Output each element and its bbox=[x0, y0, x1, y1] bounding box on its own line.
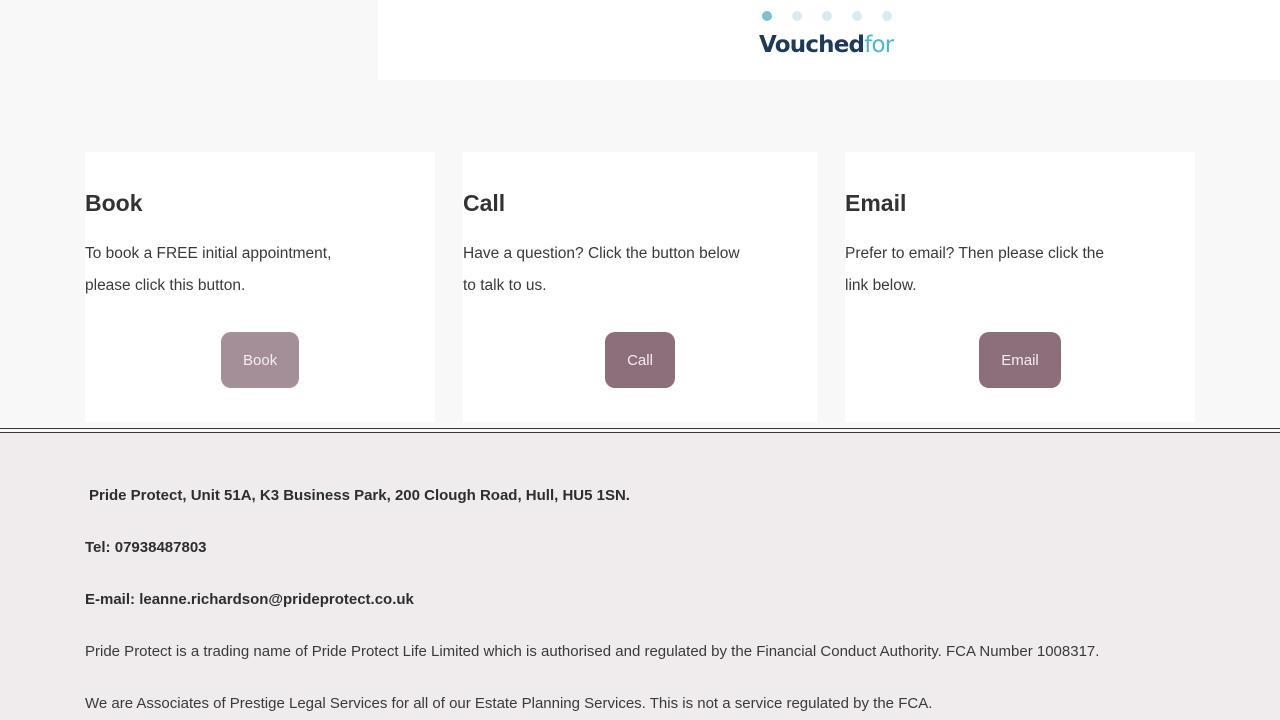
footer-email-label: E-mail: bbox=[85, 591, 140, 608]
email-card-title: Email bbox=[845, 190, 907, 216]
call-button[interactable]: Call bbox=[605, 332, 675, 388]
site-footer bbox=[0, 433, 1280, 720]
book-card-text-line2: please click this button. bbox=[85, 277, 246, 294]
footer-email-link[interactable]: leanne.richardson@prideprotect.co.uk bbox=[139, 591, 414, 608]
footer-address: Pride Protect, Unit 51A, K3 Business Par… bbox=[89, 487, 630, 504]
carousel-dot-2[interactable] bbox=[792, 11, 802, 21]
footer-telephone: Tel: 07938487803 bbox=[85, 537, 207, 559]
call-card-text-line2: to talk to us. bbox=[463, 277, 547, 294]
email-card-text: Prefer to email? Then please click the l… bbox=[845, 238, 1195, 302]
logo-part-for: for bbox=[864, 32, 894, 58]
carousel-dots bbox=[762, 11, 892, 21]
call-card-text: Have a question? Click the button below … bbox=[463, 238, 817, 302]
carousel-dot-3[interactable] bbox=[822, 11, 832, 21]
carousel-dot-4[interactable] bbox=[852, 11, 862, 21]
footer-email: E-mail: leanne.richardson@prideprotect.c… bbox=[85, 589, 414, 611]
footer-associates-notice: We are Associates of Prestige Legal Serv… bbox=[85, 695, 933, 712]
vouchedfor-logo[interactable]: Vouchedfor bbox=[759, 30, 894, 60]
footer-tel-number[interactable]: 07938487803 bbox=[115, 539, 207, 556]
logo-part-vouched: Vouched bbox=[759, 32, 865, 58]
email-button[interactable]: Email bbox=[979, 332, 1061, 388]
book-card-text: To book a FREE initial appointment, plea… bbox=[85, 238, 435, 302]
footer-divider-top bbox=[0, 428, 1280, 429]
call-card-text-line1: Have a question? Click the button below bbox=[463, 245, 740, 262]
email-card-text-line1: Prefer to email? Then please click the bbox=[845, 245, 1105, 262]
carousel-dot-1[interactable] bbox=[762, 11, 772, 21]
carousel-dot-5[interactable] bbox=[882, 11, 892, 21]
book-card-text-line1: To book a FREE initial appointment, bbox=[85, 245, 332, 262]
book-button[interactable]: Book bbox=[221, 332, 299, 388]
book-card-title: Book bbox=[85, 190, 143, 216]
call-card-title: Call bbox=[463, 190, 506, 216]
email-card-text-line2: link below. bbox=[845, 277, 917, 294]
footer-tel-label: Tel: bbox=[85, 539, 115, 556]
footer-regulation-notice: Pride Protect is a trading name of Pride… bbox=[85, 643, 1100, 660]
